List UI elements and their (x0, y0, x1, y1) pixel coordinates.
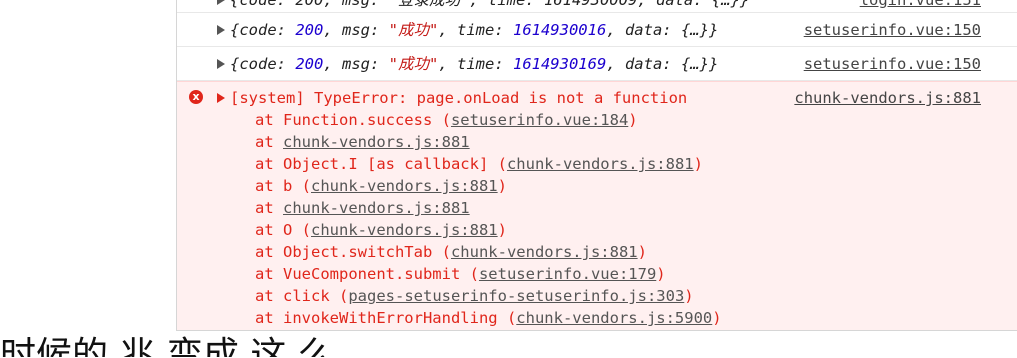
stack-frame: at b (chunk-vendors.js:881) (255, 175, 722, 197)
stack-frame: at O (chunk-vendors.js:881) (255, 219, 722, 241)
log-message: {code: 200, msg: "成功", time: 1614930169,… (230, 53, 718, 75)
stack-frame-end: ) (628, 111, 638, 129)
console-log-row: {code: 200, msg: "登录成功", time: 161493000… (177, 0, 1017, 13)
stack-frame-end: ) (656, 265, 666, 283)
expand-triangle-icon[interactable] (217, 59, 225, 69)
left-blank-area (0, 0, 176, 357)
stack-frame-text: at click ( (255, 287, 349, 305)
stack-frame-link[interactable]: chunk-vendors.js:881 (283, 133, 470, 151)
log-code-value: 200 (295, 21, 324, 39)
page-caption-text: 时候的 兆 变成 这 么 (0, 335, 334, 357)
stack-frame-link[interactable]: chunk-vendors.js:881 (451, 243, 638, 261)
stack-frame-link[interactable]: chunk-vendors.js:5900 (516, 309, 712, 327)
stack-frame-end: ) (684, 287, 694, 305)
stack-frame-text: at VueComponent.submit ( (255, 265, 479, 283)
log-key: , msg: (323, 55, 389, 73)
log-source-link[interactable]: setuserinfo.vue:150 (804, 19, 981, 41)
log-msg-value: "成功" (388, 21, 439, 39)
stack-frame-text: at Object.I [as callback] ( (255, 155, 507, 173)
stack-frame-link[interactable]: chunk-vendors.js:881 (507, 155, 694, 173)
log-key: {code: (230, 21, 296, 39)
log-time-value: 1614930016 (512, 21, 607, 39)
stack-frame-end: ) (712, 309, 722, 327)
stack-frame-text: at Object.switchTab ( (255, 243, 451, 261)
log-key: , msg: (323, 21, 389, 39)
stack-frame: at chunk-vendors.js:881 (255, 197, 722, 219)
stack-frame-text: at O ( (255, 221, 311, 239)
console-error-row: x [system] TypeError: page.onLoad is not… (177, 81, 1017, 332)
error-icon: x (189, 90, 203, 104)
log-key: , time: (438, 21, 513, 39)
log-source-link[interactable]: setuserinfo.vue:150 (804, 53, 981, 75)
log-key: {code: (230, 55, 296, 73)
stack-frame-text: at invokeWithErrorHandling ( (255, 309, 517, 327)
stack-frame: at Function.success (setuserinfo.vue:184… (255, 109, 722, 131)
expand-triangle-icon[interactable] (217, 25, 225, 35)
expand-triangle-icon[interactable] (217, 93, 225, 103)
stack-frame-link[interactable]: chunk-vendors.js:881 (311, 177, 498, 195)
log-key: , data: {…}} (606, 55, 719, 73)
stack-frame: at VueComponent.submit (setuserinfo.vue:… (255, 263, 722, 285)
stack-frame: at Object.I [as callback] (chunk-vendors… (255, 153, 722, 175)
stack-frame-text: at Function.success ( (255, 111, 451, 129)
devtools-console: {code: 200, msg: "登录成功", time: 161493000… (176, 0, 1017, 332)
stack-frame-end: ) (497, 221, 507, 239)
stack-frame-link[interactable]: setuserinfo.vue:179 (479, 265, 656, 283)
log-msg-value: "成功" (388, 55, 439, 73)
log-time-value: 1614930169 (512, 55, 607, 73)
stack-frame-link[interactable]: setuserinfo.vue:184 (451, 111, 628, 129)
stack-frame-end: ) (637, 243, 647, 261)
stack-frame: at invokeWithErrorHandling (chunk-vendor… (255, 307, 722, 329)
console-log-row: {code: 200, msg: "成功", time: 1614930016,… (177, 13, 1017, 47)
log-key: , data: {…}} (606, 21, 719, 39)
error-stack-trace: at Function.success (setuserinfo.vue:184… (255, 109, 722, 329)
stack-frame-text: at (255, 199, 283, 217)
expand-triangle-icon[interactable] (217, 0, 225, 5)
log-message: {code: 200, msg: "登录成功", time: 161493000… (230, 0, 750, 9)
stack-frame-end: ) (497, 177, 507, 195)
stack-frame-link[interactable]: pages-setuserinfo-setuserinfo.js:303 (348, 287, 684, 305)
log-source-link[interactable]: login.vue:151 (860, 0, 981, 11)
error-message: [system] TypeError: page.onLoad is not a… (230, 89, 688, 107)
stack-frame: at Object.switchTab (chunk-vendors.js:88… (255, 241, 722, 263)
stack-frame: at click (pages-setuserinfo-setuserinfo.… (255, 285, 722, 307)
log-message: {code: 200, msg: "成功", time: 1614930016,… (230, 19, 718, 41)
stack-frame-end: ) (693, 155, 703, 173)
log-code-value: 200 (295, 55, 324, 73)
error-source-link[interactable]: chunk-vendors.js:881 (794, 87, 981, 109)
stack-frame-text: at b ( (255, 177, 311, 195)
stack-frame: at chunk-vendors.js:881 (255, 131, 722, 153)
stack-frame-text: at (255, 133, 283, 151)
stack-frame-link[interactable]: chunk-vendors.js:881 (311, 221, 498, 239)
log-key: , time: (438, 55, 513, 73)
console-log-row: {code: 200, msg: "成功", time: 1614930169,… (177, 47, 1017, 81)
stack-frame-link[interactable]: chunk-vendors.js:881 (283, 199, 470, 217)
